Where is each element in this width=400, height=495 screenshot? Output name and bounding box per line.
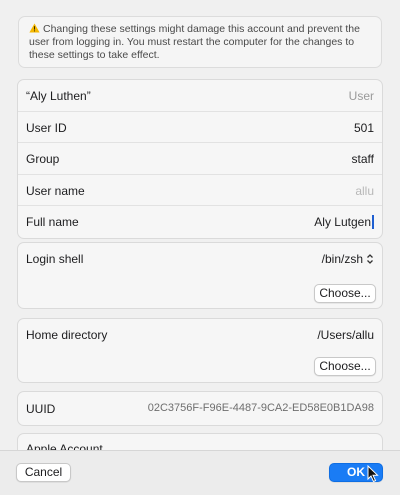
uuid-group: UUID 02C3756F-F96E-4487-9CA2-ED58E0B1DA9… [17,391,383,426]
login-shell-group: Login shell /bin/zsh Choose... [17,242,383,309]
home-directory-label: Home directory [26,328,108,342]
full-name-row[interactable]: Full name Aly Lutgen [18,206,382,238]
user-id-label: User ID [26,120,67,135]
uuid-row[interactable]: UUID 02C3756F-F96E-4487-9CA2-ED58E0B1DA9… [18,392,382,424]
settings-scroll-area[interactable]: Changing these settings might damage thi… [0,0,400,450]
user-name-row: User name allu [18,175,382,206]
login-shell-row[interactable]: Login shell /bin/zsh [18,243,382,275]
login-shell-label: Login shell [26,252,84,266]
home-directory-choose-button[interactable]: Choose... [314,357,376,376]
apple-account-label: Apple Account [26,442,103,450]
warning-text: Changing these settings might damage thi… [29,23,360,61]
home-directory-field[interactable]: /Users/allu [317,328,374,342]
full-name-label: Full name [26,215,79,229]
cancel-button[interactable]: Cancel [16,463,71,482]
apple-account-group: Apple Account [17,433,383,450]
user-name-value: allu [355,183,374,198]
user-id-row[interactable]: User ID 501 [18,112,382,143]
uuid-label: UUID [26,402,56,416]
sheet-footer: Cancel OK [0,450,400,495]
identity-group: “Aly Luthen” User User ID 501 Group staf… [17,79,383,239]
login-shell-value: /bin/zsh [321,252,363,266]
home-directory-group: Home directory /Users/allu Choose... [17,318,383,383]
user-name-label: User name [26,183,85,198]
advanced-options-sheet: Changing these settings might damage thi… [0,0,400,495]
full-name-field[interactable]: Aly Lutgen [314,215,374,229]
home-directory-row[interactable]: Home directory /Users/allu [18,319,382,351]
warning-banner: Changing these settings might damage thi… [18,16,382,68]
account-type-value: User [348,89,374,103]
full-name-text: Aly Lutgen [314,215,371,229]
group-row[interactable]: Group staff [18,143,382,175]
mouse-pointer-icon [367,465,379,483]
uuid-field[interactable]: 02C3756F-F96E-4487-9CA2-ED58E0B1DA98 [148,402,374,414]
login-shell-choose-button[interactable]: Choose... [314,284,376,303]
account-name-label: “Aly Luthen” [26,89,91,103]
chevron-updown-icon [367,254,373,264]
account-name-row: “Aly Luthen” User [18,80,382,112]
group-label: Group [26,152,60,166]
group-field[interactable]: staff [352,152,374,166]
login-shell-popup[interactable]: /bin/zsh [322,252,374,266]
apple-account-row[interactable]: Apple Account [18,434,382,450]
text-caret [372,215,374,229]
warning-icon [29,23,40,33]
user-id-field[interactable]: 501 [354,121,374,135]
